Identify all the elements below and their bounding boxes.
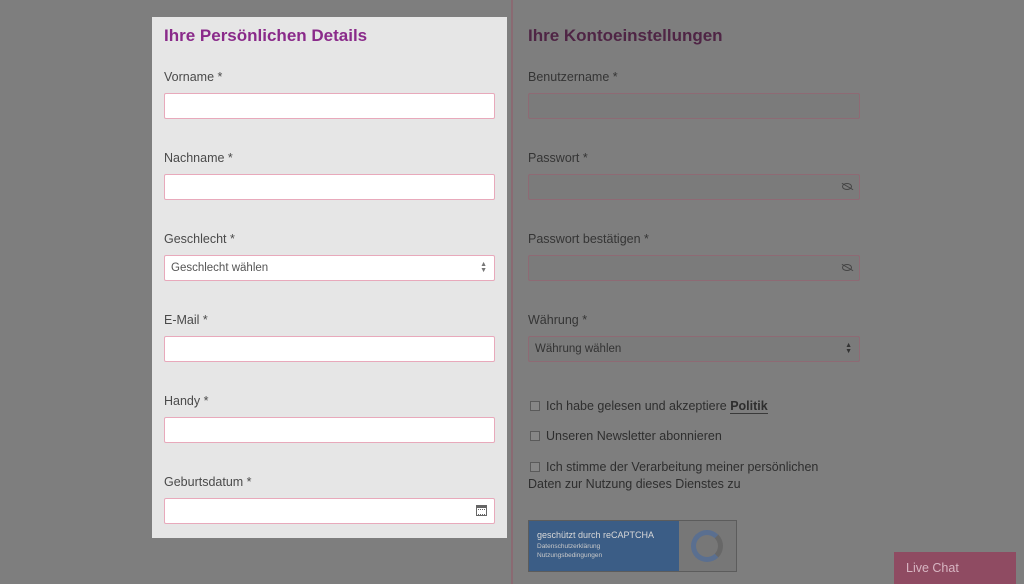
confirm-password-label: Passwort bestätigen * <box>528 232 649 246</box>
calendar-icon[interactable] <box>476 505 487 516</box>
recaptcha-logo-icon <box>691 530 723 562</box>
currency-select-value: Währung wählen <box>535 343 622 355</box>
terms-row: Ich habe gelesen und akzeptiere Politik <box>530 398 768 415</box>
last-name-label: Nachname * <box>164 151 233 165</box>
recaptcha-privacy-link[interactable]: Datenschutzerklärung <box>537 542 679 551</box>
first-name-input[interactable] <box>164 93 495 119</box>
terms-text: Ich habe gelesen und akzeptiere <box>546 399 727 413</box>
select-arrows-icon: ▲ ▼ <box>480 261 487 274</box>
eye-slash-icon[interactable] <box>842 183 852 190</box>
email-input[interactable] <box>164 336 495 362</box>
consent-text-line1: Ich stimme der Verarbeitung meiner persö… <box>546 460 819 474</box>
email-label: E-Mail * <box>164 313 208 327</box>
newsletter-text: Unseren Newsletter abonnieren <box>546 429 722 443</box>
currency-label: Währung * <box>528 313 588 327</box>
username-label: Benutzername * <box>528 70 618 84</box>
first-name-label: Vorname * <box>164 70 223 84</box>
recaptcha-widget[interactable]: geschützt durch reCAPTCHA Datenschutzerk… <box>528 520 737 572</box>
mobile-label: Handy * <box>164 394 209 408</box>
gender-label: Geschlecht * <box>164 232 235 246</box>
policy-link[interactable]: Politik <box>730 399 768 414</box>
password-label: Passwort * <box>528 151 588 165</box>
consent-row: Ich stimme der Verarbeitung meiner persö… <box>528 459 818 493</box>
personal-details-panel: Ihre Persönlichen Details Vorname * Nach… <box>152 17 507 538</box>
password-input[interactable] <box>528 174 860 200</box>
recaptcha-badge-text: geschützt durch reCAPTCHA Datenschutzerk… <box>529 521 679 571</box>
username-input[interactable] <box>528 93 860 119</box>
confirm-password-input[interactable] <box>528 255 860 281</box>
personal-details-title: Ihre Persönlichen Details <box>164 26 368 45</box>
column-divider <box>511 0 513 584</box>
consent-checkbox[interactable] <box>530 461 540 472</box>
birthdate-input[interactable] <box>164 498 495 524</box>
birthdate-label: Geburtsdatum * <box>164 475 252 489</box>
newsletter-checkbox[interactable] <box>530 430 540 441</box>
consent-text-line2: Daten zur Nutzung dieses Dienstes zu <box>528 477 741 491</box>
account-settings-title: Ihre Kontoeinstellungen <box>528 26 723 45</box>
mobile-input[interactable] <box>164 417 495 443</box>
gender-select[interactable]: Geschlecht wählen ▲ ▼ <box>164 255 495 281</box>
live-chat-label: Live Chat <box>906 561 959 575</box>
gender-select-value: Geschlecht wählen <box>171 262 269 274</box>
recaptcha-main-text: geschützt durch reCAPTCHA <box>537 530 655 540</box>
select-arrows-icon: ▲ ▼ <box>845 342 852 355</box>
newsletter-row: Unseren Newsletter abonnieren <box>530 428 722 445</box>
recaptcha-terms-link[interactable]: Nutzungsbedingungen <box>537 551 679 560</box>
live-chat-button[interactable]: Live Chat <box>894 552 1016 584</box>
last-name-input[interactable] <box>164 174 495 200</box>
currency-select[interactable]: Währung wählen ▲ ▼ <box>528 336 860 362</box>
terms-checkbox[interactable] <box>530 400 540 411</box>
eye-slash-icon[interactable] <box>842 264 852 271</box>
